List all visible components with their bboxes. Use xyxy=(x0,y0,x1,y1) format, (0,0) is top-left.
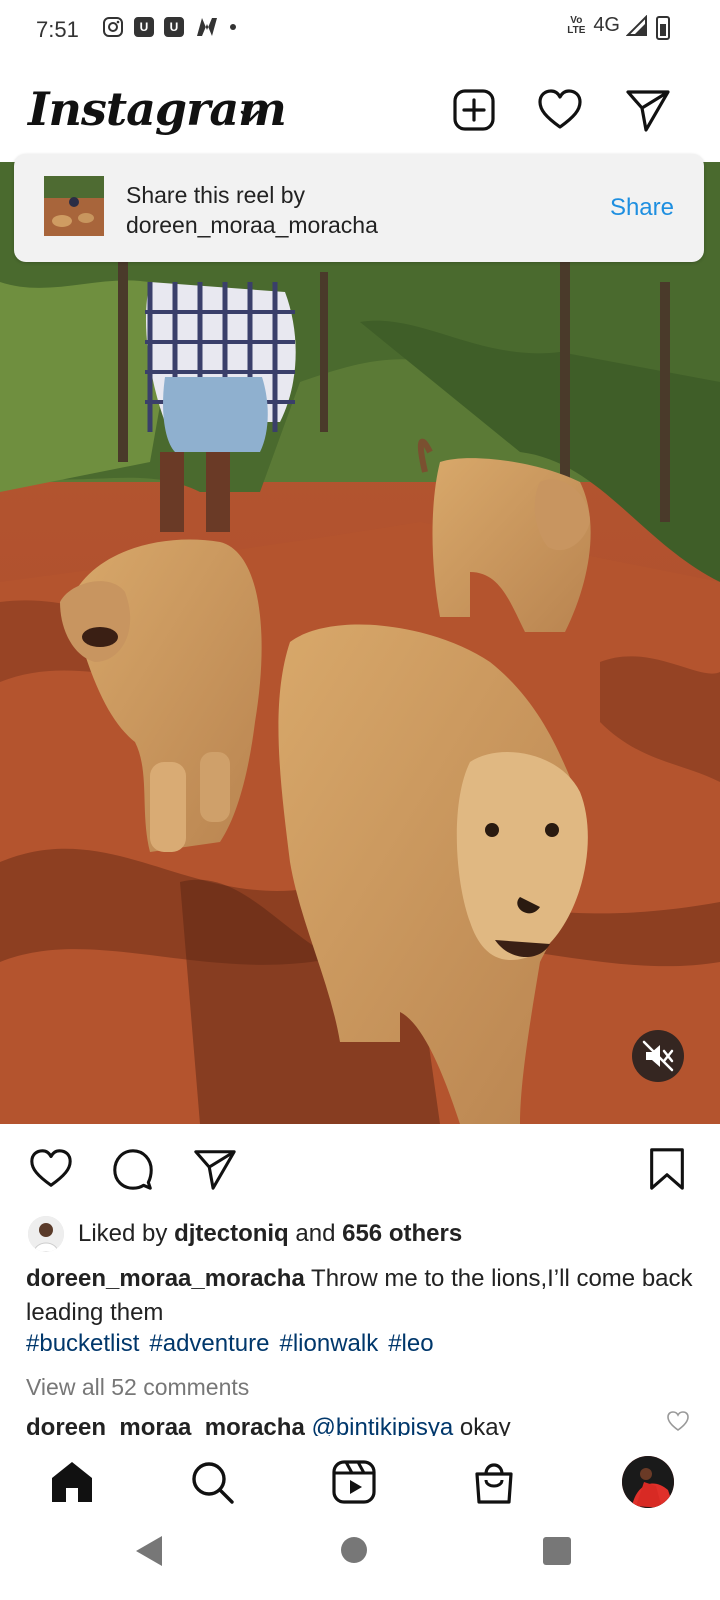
direct-message-icon[interactable] xyxy=(624,86,672,134)
share-reel-banner[interactable]: Share this reel by doreen_moraa_moracha … xyxy=(14,154,704,262)
heart-icon[interactable] xyxy=(536,86,584,134)
notification-icons: U U xyxy=(102,16,236,38)
reels-icon[interactable] xyxy=(330,1458,378,1506)
back-icon[interactable] xyxy=(132,1534,164,1568)
hashtag[interactable]: #leo xyxy=(388,1330,433,1357)
liked-by-row[interactable]: Liked by djtectoniq and 656 others xyxy=(28,1214,462,1254)
mute-button[interactable] xyxy=(632,1030,684,1082)
hashtag[interactable]: #bucketlist xyxy=(26,1330,139,1357)
hashtags: #bucketlist #adventure #lionwalk #leo xyxy=(26,1330,444,1358)
battery-icon xyxy=(656,16,670,40)
network-type: 4G xyxy=(593,14,620,36)
chevron-down-icon[interactable] xyxy=(238,104,262,128)
share-send-icon[interactable] xyxy=(192,1146,238,1192)
caption-username[interactable]: doreen_moraa_moracha xyxy=(26,1265,305,1292)
profile-avatar[interactable] xyxy=(622,1456,674,1508)
liked-by-prefix: Liked by xyxy=(78,1220,168,1247)
like-heart-icon[interactable] xyxy=(28,1146,74,1192)
share-button[interactable]: Share xyxy=(610,194,674,222)
comment-preview: doreen_moraa_moracha @bintikipisya okay xyxy=(26,1408,676,1436)
liker-avatar xyxy=(28,1216,64,1252)
share-banner-line1: Share this reel by xyxy=(126,182,305,208)
search-icon[interactable] xyxy=(188,1458,236,1506)
share-banner-username: doreen_moraa_moracha xyxy=(126,212,378,238)
reel-thumbnail xyxy=(44,176,104,236)
hashtag[interactable]: #lionwalk xyxy=(279,1330,378,1357)
share-banner-text: Share this reel by doreen_moraa_moracha xyxy=(126,180,378,240)
post-actions xyxy=(0,1124,720,1194)
status-bar: 7:51 U U Vo LTE 4G xyxy=(0,0,720,60)
speaker-muted-icon xyxy=(642,1040,674,1072)
home-circle-icon[interactable] xyxy=(340,1536,368,1564)
system-navigation xyxy=(0,1520,720,1600)
bookmark-icon[interactable] xyxy=(644,1146,690,1192)
comment-username[interactable]: doreen_moraa_moracha xyxy=(26,1414,305,1436)
liked-by-and: and xyxy=(295,1220,336,1247)
more-notifications-dot xyxy=(230,24,236,30)
reel-video[interactable] xyxy=(0,162,720,1124)
bottom-navigation xyxy=(0,1440,720,1520)
signal-icon xyxy=(626,14,647,36)
status-time: 7:51 xyxy=(36,17,79,42)
shop-icon[interactable] xyxy=(470,1458,518,1506)
new-post-icon[interactable] xyxy=(450,86,498,134)
instagram-notification-icon xyxy=(103,17,123,37)
network-status: Vo LTE 4G xyxy=(565,14,648,37)
u-app-icon: U xyxy=(134,17,154,37)
view-all-comments-link[interactable]: View all 52 comments xyxy=(26,1374,249,1401)
comment-like-icon[interactable] xyxy=(666,1410,690,1432)
volte-indicator: Vo LTE xyxy=(567,14,586,36)
liked-by-user[interactable]: djtectoniq xyxy=(174,1220,289,1248)
liked-by-others[interactable]: 656 others xyxy=(342,1220,462,1248)
hashtag[interactable]: #adventure xyxy=(149,1330,269,1357)
u-app-icon-2: U xyxy=(164,17,184,37)
n-app-icon xyxy=(197,18,217,36)
post-caption: doreen_moraa_moracha Throw me to the lio… xyxy=(26,1262,706,1330)
recents-icon[interactable] xyxy=(542,1536,572,1566)
comment-mention[interactable]: @bintikipisya xyxy=(311,1414,453,1436)
home-icon[interactable] xyxy=(48,1458,96,1506)
comment-text: okay xyxy=(459,1414,511,1436)
comment-icon[interactable] xyxy=(110,1146,156,1192)
reel-frame-image xyxy=(0,162,720,1124)
app-header: Instagram xyxy=(0,60,720,160)
